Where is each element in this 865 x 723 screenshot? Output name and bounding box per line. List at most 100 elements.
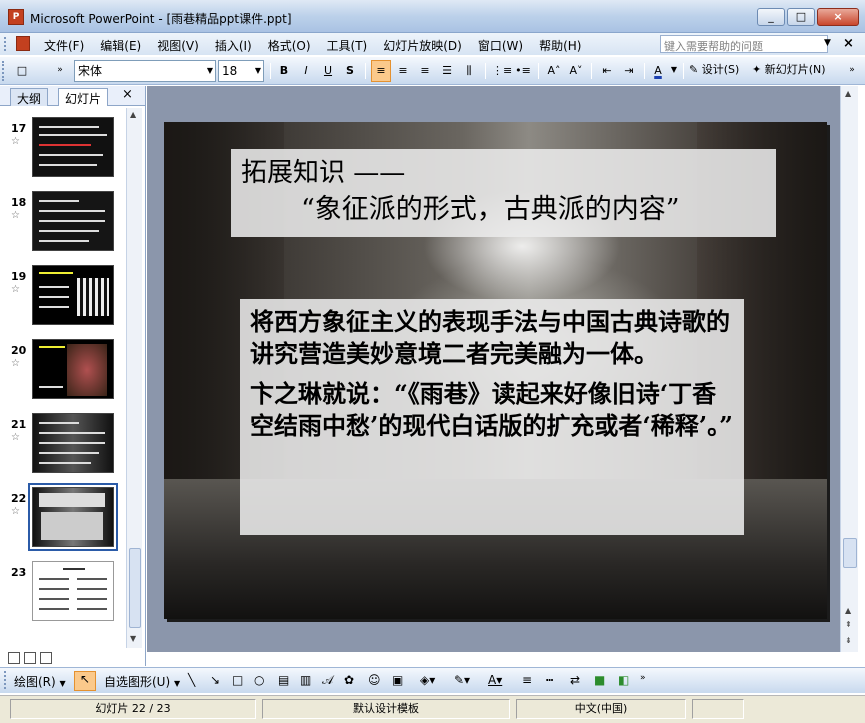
help-search-input[interactable]: 键入需要帮助的问题 [660,35,828,53]
toolbar-options-icon[interactable]: » [54,60,66,82]
menu-slideshow[interactable]: 幻灯片放映(D) [383,37,462,54]
slide-thumbnail[interactable]: 20 ☆ [0,336,126,400]
align-left-icon[interactable]: ≡ [371,60,391,82]
toolbar-options-icon[interactable]: » [640,673,646,683]
slideshow-view-icon[interactable] [40,652,52,664]
shadow-button[interactable]: S [340,60,360,82]
slide-thumbnail[interactable]: 18 ☆ [0,188,126,252]
close-button[interactable]: × [817,8,859,26]
line-tool-icon[interactable]: ╲ [188,673,195,687]
increase-font-icon[interactable]: A˄ [544,60,564,82]
maximize-button[interactable]: □ [787,8,815,26]
scroll-down-icon[interactable]: ▼ [130,634,136,643]
slide-thumbnail[interactable]: 19 ☆ [0,262,126,326]
slide-canvas[interactable]: 拓展知识 —— “象征派的形式，古典派的内容” 将西方象征主义的表现手法与中国古… [164,122,827,619]
textbox-tool-icon[interactable]: ▤ [278,673,289,687]
slide-thumbnail[interactable]: 17 ☆ [0,114,126,178]
bold-button[interactable]: B [274,60,294,82]
slide-number: 18 [11,196,27,209]
panel-scrollbar[interactable]: ▲ ▼ [126,108,142,648]
scroll-thumb[interactable] [129,548,141,628]
bullets-icon[interactable]: •≡ [513,60,533,82]
chevron-down-icon[interactable]: ▼ [207,61,213,81]
chevron-down-icon[interactable]: ▼ [824,38,831,48]
arrow-style-icon[interactable]: ⇄ [570,673,580,687]
toolbar-options-icon[interactable]: » [846,60,858,82]
document-icon[interactable] [16,36,30,51]
tab-outline[interactable]: 大纲 [10,88,49,106]
toolbar-grip-icon[interactable] [4,671,8,689]
menu-window[interactable]: 窗口(W) [478,37,523,54]
font-color-icon[interactable]: A [648,60,668,82]
slide-sorter-view-icon[interactable] [24,652,36,664]
slide-preview [28,483,118,551]
fill-color-icon[interactable]: ◈▾ [420,673,435,687]
slide-thumbnail-selected[interactable]: 22 ☆ [0,483,126,551]
distribute-icon[interactable]: ⫼ [459,60,479,82]
chevron-down-icon[interactable]: ▼ [670,60,678,82]
menu-format[interactable]: 格式(O) [268,37,311,54]
font-name-combo[interactable]: 宋体 ▼ [74,60,216,82]
main-scrollbar[interactable]: ▲ ▲ ⇞ ⇟ [840,86,858,652]
increase-indent-icon[interactable]: ⇥ [619,60,639,82]
menu-edit[interactable]: 编辑(E) [100,37,141,54]
wordart-icon[interactable]: 𝒜 [322,673,333,688]
slide-paragraph-1: 将西方象征主义的表现手法与中国古典诗歌的讲究营造美妙意境二者完美融为一体。 [250,307,730,368]
rectangle-tool-icon[interactable]: □ [232,673,243,687]
justify-icon[interactable]: ☰ [437,60,457,82]
line-color-icon[interactable]: ✎▾ [454,673,470,687]
decrease-font-icon[interactable]: A˅ [566,60,586,82]
slide-number: 22 [11,492,27,505]
font-size-value: 18 [222,64,238,78]
toolbar-grip-icon[interactable] [4,37,7,51]
scroll-up-icon[interactable]: ▲ [845,89,851,98]
powerpoint-app-icon[interactable]: P [8,9,24,25]
scroll-up-icon[interactable]: ▲ [845,606,851,615]
menu-insert[interactable]: 插入(I) [215,37,252,54]
design-button[interactable]: ✎ 设计(S) [689,60,749,82]
picture-icon[interactable]: ▣ [392,673,403,687]
clipart-icon[interactable]: ☺ [368,673,381,687]
menu-help[interactable]: 帮助(H) [539,37,581,54]
minimize-button[interactable]: _ [757,8,785,26]
slide-thumbnail[interactable]: 21 ☆ [0,410,126,474]
slide-thumbnail[interactable]: 23 [0,558,126,622]
next-slide-icon[interactable]: ⇟ [845,636,852,645]
3d-style-icon[interactable]: ◧ [618,673,629,687]
scroll-thumb[interactable] [843,538,857,568]
underline-button[interactable]: U [318,60,338,82]
italic-button[interactable]: I [296,60,316,82]
slide-title-box[interactable]: 拓展知识 —— “象征派的形式，古典派的内容” [231,149,776,237]
menu-file[interactable]: 文件(F) [44,37,84,54]
line-style-icon[interactable]: ≡ [522,673,532,687]
arrow-tool-icon[interactable]: ↘ [210,673,220,687]
diagram-icon[interactable]: ✿ [344,673,354,687]
draw-menu-button[interactable]: 绘图(R) ▼ [14,673,66,690]
shadow-style-icon[interactable]: ■ [594,673,605,687]
font-size-combo[interactable]: 18 ▼ [218,60,264,82]
select-pointer-icon[interactable]: ↖ [74,671,96,691]
align-right-icon[interactable]: ≡ [415,60,435,82]
align-center-icon[interactable]: ≡ [393,60,413,82]
window-title: Microsoft PowerPoint - [雨巷精品ppt课件.ppt] [30,12,292,26]
chevron-down-icon[interactable]: ▼ [255,61,261,81]
scroll-up-icon[interactable]: ▲ [130,110,136,119]
tab-slides[interactable]: 幻灯片 [58,88,109,106]
previous-slide-icon[interactable]: ⇞ [845,620,852,629]
menu-view[interactable]: 视图(V) [157,37,199,54]
dash-style-icon[interactable]: ┅ [546,673,553,687]
toolbar-grip-icon[interactable] [2,61,6,81]
new-document-icon[interactable]: □ [12,60,32,82]
close-icon[interactable]: × [122,87,133,102]
autoshapes-menu-button[interactable]: 自选图形(U) ▼ [104,673,180,690]
decrease-indent-icon[interactable]: ⇤ [597,60,617,82]
oval-tool-icon[interactable]: ○ [254,673,264,687]
normal-view-icon[interactable] [8,652,20,664]
menu-tools[interactable]: 工具(T) [327,37,368,54]
document-close-button[interactable]: × [843,36,854,51]
numbering-icon[interactable]: ⋮≡ [491,60,512,82]
new-slide-button[interactable]: ✦ 新幻灯片(N) [752,60,842,82]
slide-body-box[interactable]: 将西方象征主义的表现手法与中国古典诗歌的讲究营造美妙意境二者完美融为一体。 卞之… [240,299,744,535]
vertical-textbox-icon[interactable]: ▥ [300,673,311,687]
font-color-icon[interactable]: A▾ [488,673,502,687]
